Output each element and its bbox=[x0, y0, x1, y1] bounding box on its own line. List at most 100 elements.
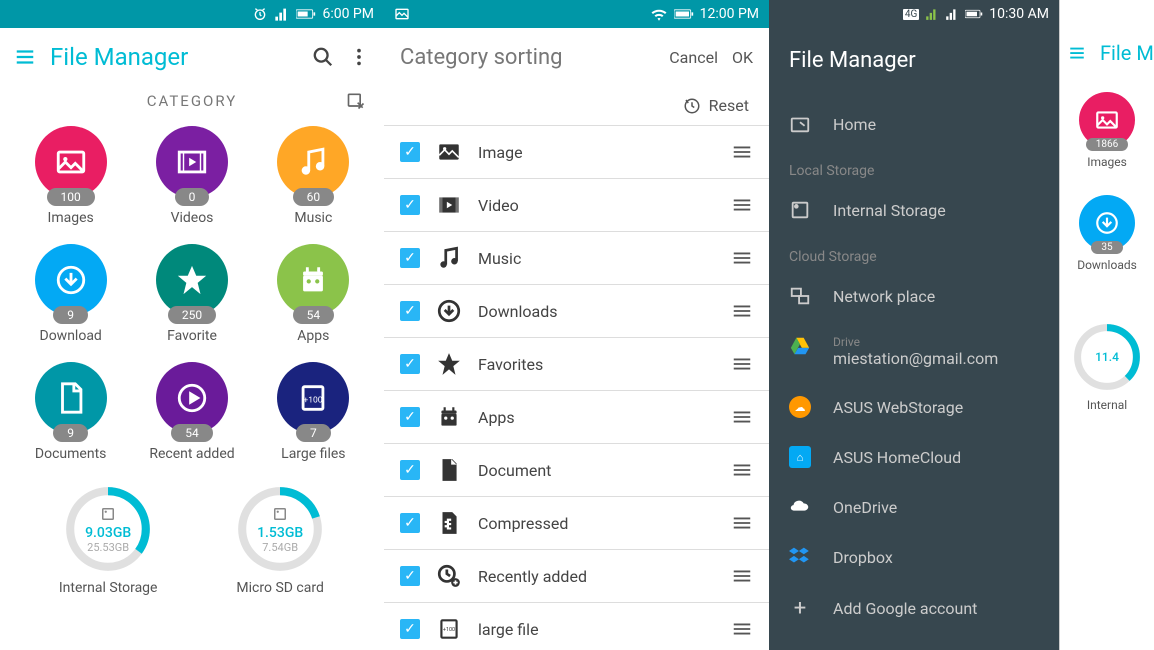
category-label: Videos bbox=[171, 210, 214, 226]
status-bar: 4G 10:30 AM bbox=[769, 0, 1059, 28]
checkbox[interactable]: ✓ bbox=[400, 566, 420, 586]
category-apps[interactable]: 54 Apps bbox=[253, 238, 374, 356]
sort-item-icon bbox=[434, 245, 464, 271]
category-label: Images bbox=[48, 210, 94, 226]
drag-handle-icon[interactable] bbox=[731, 618, 753, 640]
menu-icon[interactable] bbox=[14, 46, 36, 68]
drag-handle-icon[interactable] bbox=[731, 459, 753, 481]
category-music[interactable]: 60 Music bbox=[253, 120, 374, 238]
storage-micro-sd-card[interactable]: 1.53GB 7.54GB Micro SD card bbox=[235, 484, 325, 596]
checkbox[interactable]: ✓ bbox=[400, 248, 420, 268]
drawer-asus-homecloud[interactable]: ⌂ ASUS HomeCloud bbox=[769, 432, 1059, 482]
wifi-icon bbox=[650, 7, 668, 21]
sort-item-label: Image bbox=[478, 143, 717, 162]
category-recent-added[interactable]: 54 Recent added bbox=[131, 356, 252, 474]
sort-item-label: Music bbox=[478, 249, 717, 268]
category-documents[interactable]: 9 Documents bbox=[10, 356, 131, 474]
ok-button[interactable]: OK bbox=[732, 48, 753, 67]
checkbox[interactable]: ✓ bbox=[400, 354, 420, 374]
drive-account: miestation@gmail.com bbox=[833, 349, 998, 368]
reset-row[interactable]: Reset bbox=[384, 86, 769, 125]
drawer-add-account[interactable]: + Add Google account bbox=[769, 582, 1059, 635]
drag-handle-icon[interactable] bbox=[731, 141, 753, 163]
storage-ring: 1.53GB 7.54GB bbox=[235, 484, 325, 574]
drag-handle-icon[interactable] bbox=[731, 194, 753, 216]
sort-item-recently-added[interactable]: ✓ Recently added bbox=[384, 549, 769, 602]
sort-item-video[interactable]: ✓ Video bbox=[384, 178, 769, 231]
category-download[interactable]: 9 Download bbox=[10, 238, 131, 356]
battery-icon bbox=[965, 9, 983, 19]
category-sorting-screen: 12:00 PM Category sorting Cancel OK Rese… bbox=[384, 0, 769, 650]
category-large-files[interactable]: +100 7 Large files bbox=[253, 356, 374, 474]
sort-item-apps[interactable]: ✓ Apps bbox=[384, 390, 769, 443]
peek-category-images[interactable]: 1866 Images bbox=[1079, 86, 1135, 181]
drawer-network-label: Network place bbox=[833, 287, 935, 306]
drawer-internal-storage[interactable]: Internal Storage bbox=[769, 185, 1059, 235]
drawer-dropbox[interactable]: Dropbox bbox=[769, 532, 1059, 582]
signal-icon bbox=[274, 6, 290, 22]
sort-item-downloads[interactable]: ✓ Downloads bbox=[384, 284, 769, 337]
peek-category-downloads[interactable]: 35 Downloads bbox=[1077, 189, 1137, 284]
sort-item-icon bbox=[434, 457, 464, 483]
image-notification-icon bbox=[394, 6, 410, 22]
sort-item-music[interactable]: ✓ Music bbox=[384, 231, 769, 284]
category-count: 60 bbox=[293, 188, 335, 206]
search-icon[interactable] bbox=[312, 46, 334, 68]
drag-handle-icon[interactable] bbox=[731, 512, 753, 534]
drawer-network[interactable]: Network place bbox=[769, 271, 1059, 321]
checkbox[interactable]: ✓ bbox=[400, 142, 420, 162]
sort-item-icon bbox=[434, 192, 464, 218]
drag-handle-icon[interactable] bbox=[731, 353, 753, 375]
edit-category-icon[interactable] bbox=[346, 91, 366, 111]
drag-handle-icon[interactable] bbox=[731, 247, 753, 269]
svg-text:+100: +100 bbox=[443, 627, 455, 633]
checkbox[interactable]: ✓ bbox=[400, 460, 420, 480]
category-label: Download bbox=[40, 328, 102, 344]
sort-item-favorites[interactable]: ✓ Favorites bbox=[384, 337, 769, 390]
sort-item-label: Downloads bbox=[478, 302, 717, 321]
drawer-title: File Manager bbox=[769, 28, 1059, 99]
sort-item-icon bbox=[434, 510, 464, 536]
cancel-button[interactable]: Cancel bbox=[669, 48, 718, 67]
dropbox-icon bbox=[789, 546, 811, 568]
checkbox[interactable]: ✓ bbox=[400, 195, 420, 215]
menu-icon[interactable] bbox=[1068, 44, 1086, 62]
category-favorite[interactable]: 250 Favorite bbox=[131, 238, 252, 356]
storage-internal-storage[interactable]: 9.03GB 25.53GB Internal Storage bbox=[59, 484, 158, 596]
drag-handle-icon[interactable] bbox=[731, 300, 753, 322]
drawer-google-drive[interactable]: Drive miestation@gmail.com bbox=[769, 321, 1059, 382]
checkbox[interactable]: ✓ bbox=[400, 513, 420, 533]
category-videos[interactable]: 0 Videos bbox=[131, 120, 252, 238]
sort-item-document[interactable]: ✓ Document bbox=[384, 443, 769, 496]
sort-list: ✓ Image ✓ Video ✓ Music ✓ Downloads ✓ Fa… bbox=[384, 125, 769, 650]
drag-handle-icon[interactable] bbox=[731, 406, 753, 428]
checkbox[interactable]: ✓ bbox=[400, 407, 420, 427]
sort-item-label: Video bbox=[478, 196, 717, 215]
drawer-asus-webstorage[interactable]: ☁ ASUS WebStorage bbox=[769, 382, 1059, 432]
category-header: CATEGORY bbox=[0, 86, 384, 120]
sort-item-icon bbox=[434, 298, 464, 324]
category-label: Music bbox=[294, 210, 332, 226]
category-header-text: CATEGORY bbox=[147, 92, 238, 110]
reset-icon bbox=[683, 97, 701, 115]
category-count: 1866 bbox=[1086, 138, 1128, 151]
sort-item-image[interactable]: ✓ Image bbox=[384, 125, 769, 178]
checkbox[interactable]: ✓ bbox=[400, 301, 420, 321]
category-label: Images bbox=[1087, 155, 1127, 169]
drawer-onedrive[interactable]: OneDrive bbox=[769, 482, 1059, 532]
category-count: 7 bbox=[296, 424, 331, 442]
category-count: 250 bbox=[168, 306, 216, 324]
sort-item-icon: +100 bbox=[434, 616, 464, 642]
more-icon[interactable] bbox=[348, 46, 370, 68]
drawer-home[interactable]: Home bbox=[769, 99, 1059, 149]
peek-storage-ring[interactable]: 11.4 bbox=[1072, 322, 1142, 392]
sort-item-icon bbox=[434, 139, 464, 165]
category-images[interactable]: 100 Images bbox=[10, 120, 131, 238]
svg-text:+100: +100 bbox=[304, 395, 323, 405]
sort-item-compressed[interactable]: ✓ Compressed bbox=[384, 496, 769, 549]
peek-storage-label: Internal bbox=[1087, 398, 1127, 412]
checkbox[interactable]: ✓ bbox=[400, 619, 420, 639]
sort-item-large-file[interactable]: ✓ +100 large file bbox=[384, 602, 769, 650]
add-account-label: Add Google account bbox=[833, 599, 977, 618]
drag-handle-icon[interactable] bbox=[731, 565, 753, 587]
